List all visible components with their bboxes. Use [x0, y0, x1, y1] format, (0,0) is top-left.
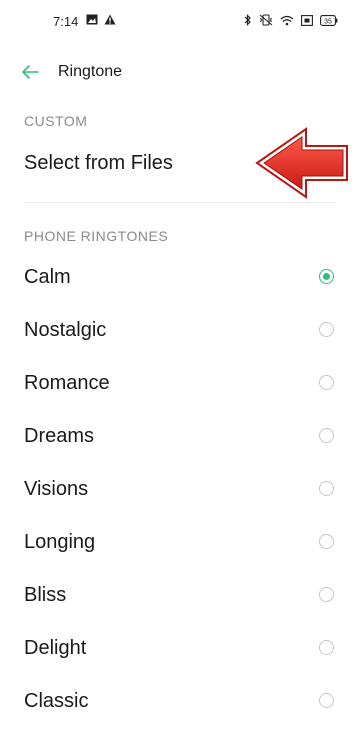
status-right-icons: 35: [244, 14, 338, 26]
ringtone-label: Classic: [24, 690, 89, 712]
back-button[interactable]: [14, 58, 46, 86]
radio-button[interactable]: [319, 481, 334, 496]
radio-button[interactable]: [319, 375, 334, 390]
red-arrow-annotation: [255, 127, 348, 199]
arrow-left-icon: [22, 65, 39, 79]
select-from-files-label: Select from Files: [24, 152, 173, 174]
divider: [24, 202, 336, 203]
page-title: Ringtone: [58, 63, 123, 80]
wifi-icon: [280, 15, 294, 26]
ringtone-item[interactable]: Calm: [0, 252, 360, 305]
ringtone-label: Calm: [24, 266, 71, 288]
ringtone-item[interactable]: Classic: [0, 676, 360, 729]
radio-button[interactable]: [319, 534, 334, 549]
ringtone-label: Dreams: [24, 425, 95, 447]
radio-button[interactable]: [319, 322, 334, 337]
status-bar: 7:14 35: [0, 0, 360, 44]
section-header-phone-ringtones: PHONE RINGTONES: [24, 228, 169, 244]
section-header-custom: CUSTOM: [24, 113, 88, 129]
ringtone-label: Longing: [24, 531, 96, 553]
status-time: 7:14: [53, 14, 79, 29]
radio-selected[interactable]: [319, 269, 334, 284]
radio-button[interactable]: [319, 587, 334, 602]
radio-button[interactable]: [319, 640, 334, 655]
bluetooth-icon: [244, 14, 252, 26]
battery-level: 35: [324, 18, 332, 25]
ringtone-item[interactable]: Romance: [0, 358, 360, 411]
ringtone-item[interactable]: Dreams: [0, 411, 360, 464]
ringtone-label: Nostalgic: [24, 319, 107, 341]
ringtone-label: Delight: [24, 637, 87, 659]
battery-icon: 35: [320, 14, 338, 26]
ringtone-list: Calm Nostalgic Romance Dreams Visions Longing…: [0, 252, 360, 729]
radio-button[interactable]: [319, 428, 334, 443]
gallery-icon: [86, 14, 98, 25]
alert-icon: [104, 14, 116, 25]
app-bar: Ringtone: [0, 48, 360, 96]
ringtone-item[interactable]: Visions: [0, 464, 360, 517]
status-left-icons: [86, 14, 116, 25]
ringtone-label: Visions: [24, 478, 89, 500]
ringtone-label: Bliss: [24, 584, 67, 606]
ringtone-label: Romance: [24, 372, 110, 394]
vibrate-icon: [259, 14, 273, 26]
ringtone-item[interactable]: Bliss: [0, 570, 360, 623]
ringtone-item[interactable]: Longing: [0, 517, 360, 570]
ringtone-item[interactable]: Nostalgic: [0, 305, 360, 358]
ringtone-item[interactable]: Delight: [0, 623, 360, 676]
radio-button[interactable]: [319, 693, 334, 708]
screen-icon: [301, 14, 313, 26]
